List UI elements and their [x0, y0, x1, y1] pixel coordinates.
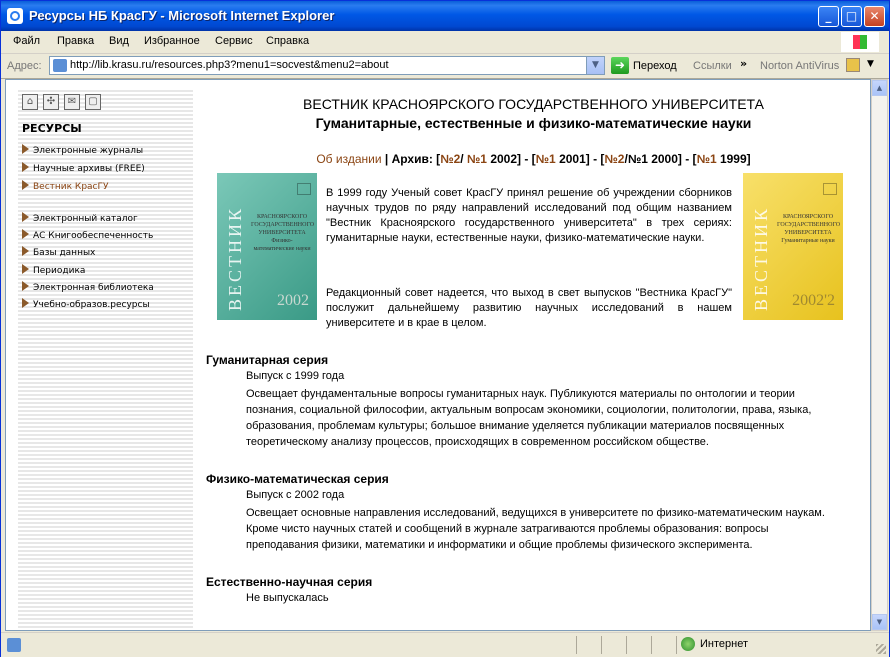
title-bar: Ресурсы НБ КрасГУ - Microsoft Internet E… [1, 1, 889, 31]
windows-logo-icon [841, 32, 879, 52]
scroll-down-icon[interactable]: ▼ [872, 614, 887, 630]
issue-1999-1-link[interactable]: №1 [697, 152, 717, 166]
ie-icon [7, 8, 23, 24]
cover-logo [297, 183, 311, 195]
menu-view[interactable]: Вид [109, 35, 129, 47]
sidebar-item-e-library[interactable]: Электронная библиотека [22, 281, 154, 293]
series-heading: Гуманитарная серия [206, 353, 329, 367]
menu-favorites[interactable]: Избранное [144, 35, 200, 47]
maximize-button[interactable]: □ [841, 6, 862, 27]
page-subtitle: Гуманитарные, естественные и физико-мате… [315, 115, 752, 131]
series-since: Выпуск с 1999 года [246, 370, 345, 382]
series-description: Освещает основные направления исследован… [246, 507, 825, 551]
series-description: Освещает фундаментальные вопросы гуманит… [246, 388, 812, 448]
cover-text: КРАСНОЯРСКОГО ГОСУДАРСТВЕННОГО УНИВЕРСИТ… [777, 214, 841, 244]
series-since: Не выпускалась [246, 592, 329, 604]
issue-2002-2-link[interactable]: №2 [440, 152, 460, 166]
address-input[interactable]: http://lib.krasu.ru/resources.php3?menu1… [49, 56, 605, 75]
status-divider [576, 636, 577, 654]
sidebar: ⌂ ✣ ✉ ▢ РЕСУРСЫ Электронные журналы Науч… [18, 88, 193, 628]
window-title: Ресурсы НБ КрасГУ - Microsoft Internet E… [29, 8, 335, 23]
print-icon[interactable]: ▢ [85, 94, 101, 110]
sidebar-item-edu-resources[interactable]: Учебно-образов.ресурсы [22, 298, 150, 310]
menu-edit[interactable]: Правка [57, 35, 94, 47]
internet-zone-icon [681, 637, 695, 651]
series-heading: Естественно-научная серия [206, 575, 373, 589]
archive-label: Архив: [391, 152, 433, 166]
page-viewport: ⌂ ✣ ✉ ▢ РЕСУРСЫ Электронные журналы Науч… [5, 79, 871, 631]
resize-grip[interactable] [876, 644, 886, 654]
sidebar-item-catalog[interactable]: Электронный каталог [22, 212, 138, 224]
archive-nav: Об издании | Архив: [№2/ №1 2002] - [№1 … [316, 152, 751, 166]
chevron-down-icon[interactable]: ▼ [586, 57, 604, 74]
scroll-up-icon[interactable]: ▲ [872, 80, 887, 96]
address-label: Адрес: [7, 60, 42, 72]
issue-2000-2-link[interactable]: №2 [604, 152, 624, 166]
cover-title-vertical: ВЕСТНИК [225, 205, 245, 311]
menu-tools[interactable]: Сервис [215, 35, 253, 47]
close-button[interactable]: ✕ [864, 6, 885, 27]
browser-window: Ресурсы НБ КрасГУ - Microsoft Internet E… [0, 0, 890, 657]
cover-title-vertical: ВЕСТНИК [751, 205, 771, 311]
cover-image-physmath: ВЕСТНИК КРАСНОЯРСКОГО ГОСУДАРСТВЕННОГО У… [217, 173, 317, 320]
sidebar-item-scientific-archives[interactable]: Научные архивы (FREE) [22, 162, 145, 174]
minimize-button[interactable]: _ [818, 6, 839, 27]
vertical-scrollbar[interactable]: ▲ ▼ [871, 79, 888, 631]
status-bar: Интернет [1, 632, 889, 657]
status-divider [601, 636, 602, 654]
sidebar-item-periodicals[interactable]: Периодика [22, 264, 85, 276]
cover-year: 2002 [277, 292, 309, 309]
menu-file[interactable]: Файл [13, 35, 40, 47]
cover-image-humanities: ВЕСТНИК КРАСНОЯРСКОГО ГОСУДАРСТВЕННОГО У… [743, 173, 843, 320]
sidebar-item-electronic-journals[interactable]: Электронные журналы [22, 144, 143, 156]
series-since: Выпуск с 2002 года [246, 489, 345, 501]
address-bar: Адрес: http://lib.krasu.ru/resources.php… [1, 54, 889, 79]
norton-antivirus-toolbar[interactable]: Norton AntiVirus [760, 60, 839, 72]
series-heading: Физико-математическая серия [206, 472, 389, 486]
go-arrow-icon[interactable]: ➜ [611, 57, 629, 74]
go-button[interactable]: Переход [633, 60, 677, 72]
home-icon[interactable]: ⌂ [22, 94, 38, 110]
page-icon [53, 59, 67, 72]
cover-year: 2002'2 [792, 292, 835, 309]
page-title: ВЕСТНИК КРАСНОЯРСКОГО ГОСУДАРСТВЕННОГО У… [303, 96, 764, 112]
issue-2001-1-link[interactable]: №1 [536, 152, 556, 166]
menu-bar: Файл Правка Вид Избранное Сервис Справка [1, 31, 889, 54]
cover-text: КРАСНОЯРСКОГО ГОСУДАРСТВЕННОГО УНИВЕРСИТ… [251, 214, 315, 252]
about-link[interactable]: Об издании [316, 152, 381, 166]
security-zone: Интернет [700, 638, 748, 650]
norton-icon[interactable] [846, 58, 860, 72]
sidebar-item-vestnik[interactable]: Вестник КрасГУ [22, 180, 108, 192]
chevron-right-icon[interactable]: » [740, 57, 747, 70]
intro-paragraph: В 1999 году Ученый совет КрасГУ принял р… [326, 187, 732, 244]
page-status-icon [7, 638, 21, 652]
links-toolbar[interactable]: Ссылки [693, 60, 732, 72]
address-url: http://lib.krasu.ru/resources.php3?menu1… [70, 59, 389, 71]
menu-help[interactable]: Справка [266, 35, 309, 47]
status-divider [676, 636, 677, 654]
issue-2002-1-link[interactable]: №1 [467, 152, 487, 166]
editorial-paragraph: Редакционный совет надеется, что выход в… [326, 287, 732, 329]
sidebar-item-databases[interactable]: Базы данных [22, 246, 95, 258]
status-divider [626, 636, 627, 654]
sidebar-item-book-supply[interactable]: АС Книгообеспеченность [22, 229, 153, 241]
sidebar-heading: РЕСУРСЫ [22, 122, 82, 135]
sitemap-icon[interactable]: ✣ [43, 94, 59, 110]
norton-dropdown-icon[interactable]: ▼ [867, 59, 874, 69]
cover-logo [823, 183, 837, 195]
status-divider [651, 636, 652, 654]
mail-icon[interactable]: ✉ [64, 94, 80, 110]
